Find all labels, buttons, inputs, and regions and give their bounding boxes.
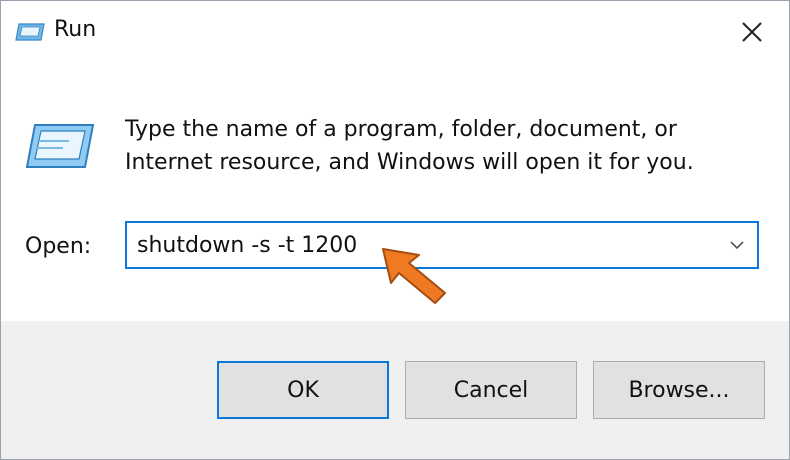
description-line-2: Internet resource, and Windows will open… [125,150,694,175]
close-icon [742,22,762,42]
browse-button[interactable]: Browse... [593,361,765,419]
button-bar: OK Cancel Browse... [1,321,789,459]
description-line-1: Type the name of a program, folder, docu… [125,117,677,142]
run-program-icon [25,124,95,168]
title-bar: Run [1,1,789,63]
chevron-down-icon [730,241,744,250]
window-title: Run [54,17,97,42]
description-text: Type the name of a program, folder, docu… [125,113,745,179]
close-button[interactable] [715,1,789,63]
orange-pointer-arrow-icon [382,248,446,304]
cancel-button[interactable]: Cancel [405,361,577,419]
dropdown-button[interactable] [723,229,751,261]
open-label: Open: [25,234,92,259]
run-app-icon [15,23,45,41]
ok-button[interactable]: OK [217,361,389,419]
run-dialog: Run Type the name of a program, folder, … [0,0,790,460]
dialog-content: Type the name of a program, folder, docu… [1,63,789,321]
